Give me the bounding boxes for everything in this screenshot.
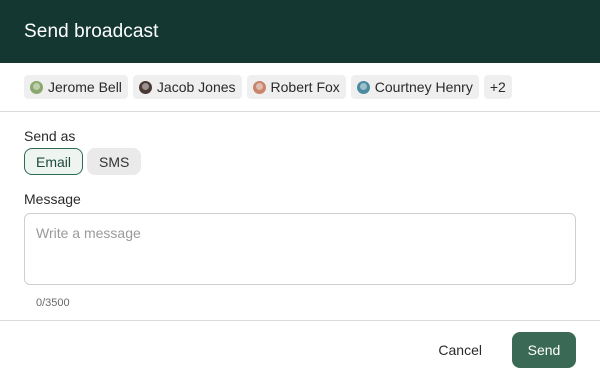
recipient-name: Robert Fox: [270, 79, 340, 95]
send-button[interactable]: Send: [512, 332, 576, 368]
message-input[interactable]: [24, 213, 576, 285]
dialog-title: Send broadcast: [24, 20, 159, 42]
recipient-chip[interactable]: Jacob Jones: [132, 75, 242, 99]
avatar: [356, 80, 370, 94]
dialog-header: Send broadcast: [0, 0, 600, 63]
send-as-label: Send as: [24, 128, 76, 144]
recipient-chip[interactable]: Jerome Bell: [24, 75, 128, 99]
recipient-list: Jerome Bell Jacob Jones Robert Fox Court…: [0, 63, 600, 112]
message-label: Message: [24, 191, 81, 207]
send-as-toggle-group: Email SMS: [24, 148, 576, 175]
cancel-button[interactable]: Cancel: [434, 342, 486, 358]
send-as-sms-option[interactable]: SMS: [87, 148, 142, 175]
recipient-chip[interactable]: Courtney Henry: [350, 75, 479, 99]
recipient-name: Jacob Jones: [156, 79, 236, 95]
recipient-name: Jerome Bell: [48, 79, 122, 95]
avatar: [30, 80, 43, 94]
more-recipients-chip[interactable]: +2: [483, 75, 512, 99]
send-as-email-option[interactable]: Email: [24, 148, 84, 175]
dialog-body: Send as Email SMS Message 0/3500: [0, 112, 600, 311]
recipient-chip[interactable]: Robert Fox: [246, 75, 346, 99]
avatar: [138, 80, 152, 94]
dialog-footer: Cancel Send: [0, 320, 600, 379]
send-broadcast-dialog: Send broadcast Jerome Bell Jacob Jones R…: [0, 0, 600, 379]
character-counter: 0/3500: [36, 297, 70, 309]
recipient-name: Courtney Henry: [374, 79, 473, 95]
avatar: [252, 80, 266, 94]
